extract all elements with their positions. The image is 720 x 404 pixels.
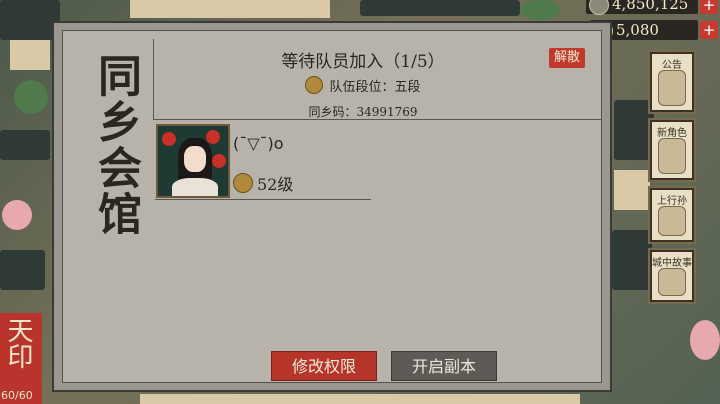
modify-permissions-button[interactable]: 修改权限 [271, 351, 377, 381]
member-name: (¯▽¯)o [233, 134, 284, 153]
jade-value: 5,080 [616, 21, 659, 39]
divider [155, 199, 371, 200]
member-level: 52级 [233, 171, 293, 195]
level-medal-icon [233, 173, 253, 193]
rank-medal-icon [305, 76, 324, 94]
silver-coin-icon [589, 0, 609, 15]
silver-value: 4,850,125 [612, 0, 689, 13]
character-portrait-icon [658, 138, 686, 174]
side-menu-new-character[interactable]: 新角色 [648, 118, 696, 182]
team-status: 等待队员加入（1/5） [281, 52, 445, 72]
divider [153, 39, 154, 119]
disband-button[interactable]: 解散 [549, 48, 585, 68]
seal-badge[interactable]: 天印 60/60 [0, 313, 42, 404]
team-rank-text: 队伍段位：五段 [329, 80, 421, 95]
add-silver-button[interactable]: + [700, 0, 718, 14]
side-menu-third[interactable]: 上行孙 [648, 186, 696, 244]
title-column: 同乡会馆 [63, 31, 155, 382]
side-menu-label: 新角色 [657, 128, 687, 139]
team-panel: 同乡会馆 等待队员加入（1/5） 队伍段位：五段 同乡码：34991769 解散… [52, 21, 612, 392]
panel-title: 同乡会馆 [90, 53, 141, 237]
team-code: 同乡码：34991769 [308, 105, 418, 119]
add-jade-button[interactable]: + [700, 21, 718, 39]
character-portrait-icon [658, 206, 686, 236]
seal-count: 60/60 [1, 389, 33, 402]
side-menu-announcement[interactable]: 公告 [648, 50, 696, 114]
side-menu-city-stories[interactable]: 城中故事 [648, 248, 696, 304]
side-menu-label: 城中故事 [652, 258, 692, 269]
scroll-icon [658, 70, 686, 106]
character-portrait-icon [658, 268, 686, 296]
member-level-text: 52级 [257, 175, 294, 194]
member-avatar[interactable] [156, 124, 230, 198]
team-rank: 队伍段位：五段 [213, 76, 513, 95]
side-menu-label: 上行孙 [657, 196, 687, 207]
seal-text: 天印 [3, 317, 33, 369]
team-panel-body: 同乡会馆 等待队员加入（1/5） 队伍段位：五段 同乡码：34991769 解散… [62, 30, 602, 383]
side-menu-label: 公告 [662, 60, 682, 71]
start-dungeon-button[interactable]: 开启副本 [391, 351, 497, 381]
silver-currency: 4,850,125 [586, 0, 698, 15]
